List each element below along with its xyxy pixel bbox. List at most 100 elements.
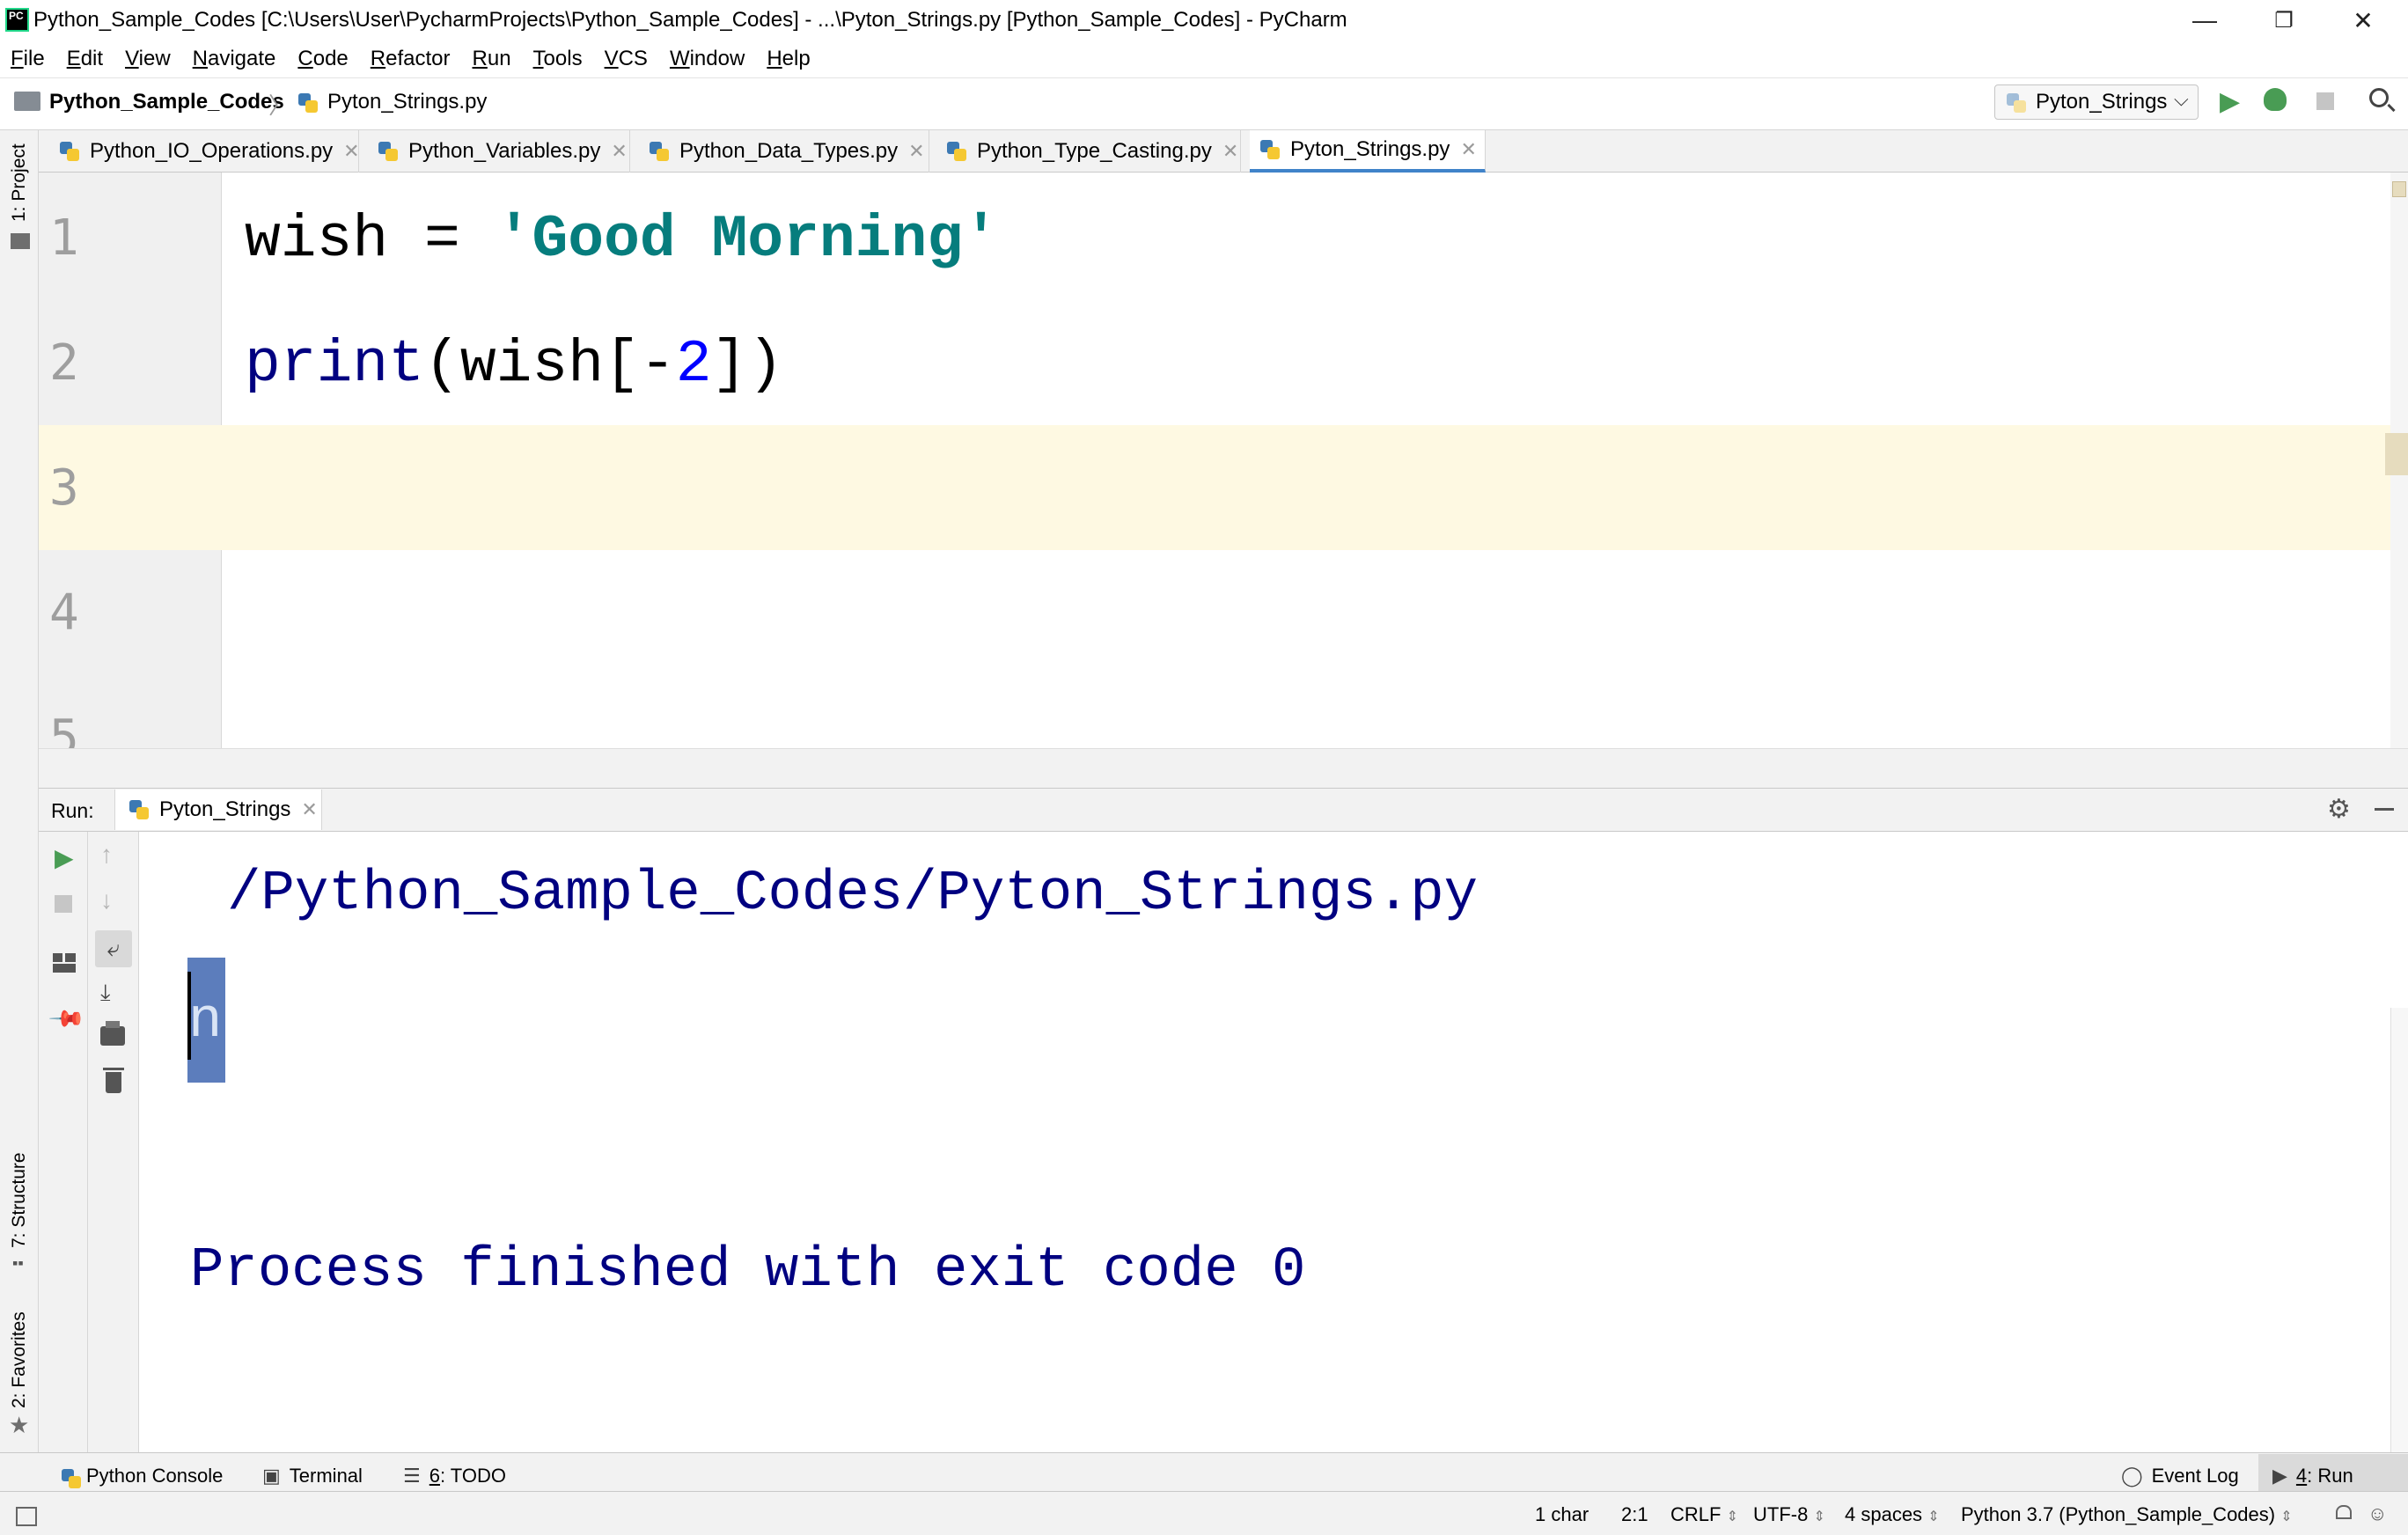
tab-python-io-operations[interactable]: Python_IO_Operations.py ✕ [49,130,359,173]
up-stack-trace-icon[interactable]: ↑ [100,841,113,869]
python-file-icon [377,140,400,163]
close-tab-icon[interactable]: ✕ [1460,138,1476,161]
search-everywhere-icon[interactable] [2369,88,2389,107]
code-number: 2 [676,331,712,399]
menu-run[interactable]: Run [473,47,511,71]
breadcrumb-separator: 〉 [268,88,291,121]
menu-bar: File Edit View Navigate Code Refactor Ru… [0,40,2408,77]
run-shortcut: 4 [2296,1465,2307,1487]
print-icon[interactable] [100,1026,125,1046]
rerun-icon[interactable]: ▶ [55,843,74,872]
menu-navigate[interactable]: Navigate [193,47,276,71]
close-tab-icon[interactable]: ✕ [611,140,627,163]
terminal-button[interactable]: ▣ Terminal [262,1465,363,1487]
run-button[interactable]: ▶ [2220,86,2240,117]
menu-window[interactable]: Window [670,47,745,71]
caret-position-marker [2385,433,2408,475]
python-console-label: Python Console [86,1465,223,1487]
status-caret-position[interactable]: 2:1 [1621,1503,1648,1526]
code-variable: wish [245,206,388,274]
tab-label: Pyton_Strings.py [1290,137,1450,162]
close-window-button[interactable]: ✕ [2324,0,2403,40]
breadcrumb-project[interactable]: Python_Sample_Codes [49,90,284,114]
run-configuration-label: Pyton_Strings [2036,90,2167,114]
scroll-to-end-icon[interactable]: ⤓ [100,979,111,1007]
menu-help[interactable]: Help [767,47,810,71]
favorites-tool-button[interactable]: 2: Favorites [9,1311,30,1408]
menu-file[interactable]: File [11,47,45,71]
restore-layout-icon[interactable] [53,953,76,973]
menu-code[interactable]: Code [297,47,348,71]
todo-label: : TODO [440,1465,506,1487]
close-tab-icon[interactable]: ✕ [1222,140,1238,163]
indent-label: 4 spaces [1845,1503,1922,1525]
python-file-icon [58,140,81,163]
trash-icon[interactable] [106,1072,121,1093]
close-tab-icon[interactable]: ✕ [908,140,924,163]
tab-python-variables[interactable]: Python_Variables.py ✕ [368,130,630,173]
minimize-panel-icon[interactable] [2375,808,2394,811]
breadcrumb-file[interactable]: Pyton_Strings.py [327,90,487,114]
console-result: n [188,990,222,1054]
project-tool-button[interactable]: 1: Project [9,143,30,222]
event-log-button[interactable]: ◯ Event Log [2121,1465,2239,1487]
run-panel-header [39,788,2408,832]
menu-refactor[interactable]: Refactor [371,47,451,71]
structure-tool-button[interactable]: 7: Structure [9,1152,30,1248]
console-caret [187,972,191,1060]
run-tool-button[interactable]: ▶ 4: Run [2272,1465,2353,1487]
window-title: Python_Sample_Codes [C:\Users\User\Pycha… [33,8,1347,33]
chevron-down-icon: ⌵ [2174,88,2189,111]
todo-button[interactable]: ☰ 6: TODO [403,1465,506,1487]
gear-icon[interactable]: ⚙ [2327,794,2351,825]
soft-wrap-icon[interactable]: ⤶ [95,930,132,967]
tab-pyton-strings[interactable]: Pyton_Strings.py ✕ [1250,130,1486,173]
line-number: 4 [49,584,79,642]
stop-button[interactable] [2316,92,2334,110]
status-encoding[interactable]: UTF-8 ⇕ [1753,1503,1825,1526]
menu-view[interactable]: View [125,47,171,71]
minimize-button[interactable]: — [2165,0,2244,40]
stop-icon[interactable] [55,895,72,913]
terminal-label: Terminal [290,1465,363,1487]
tab-label: Python_Variables.py [408,139,600,164]
status-line-separator[interactable]: CRLF ⇕ [1670,1503,1738,1526]
menu-vcs[interactable]: VCS [605,47,648,71]
run-tab-pyton-strings[interactable]: Pyton_Strings ✕ [114,790,322,830]
tab-label: Python_Data_Types.py [679,139,898,164]
tab-python-data-types[interactable]: Python_Data_Types.py ✕ [639,130,929,173]
line-number: 1 [49,209,79,267]
code-line-1[interactable]: wish = 'Good Morning' [245,206,999,274]
pycharm-logo-icon: PC [5,8,29,32]
python-file-icon [297,92,319,114]
python-file-icon [128,798,150,821]
menu-edit[interactable]: Edit [67,47,103,71]
encoding-label: UTF-8 [1753,1503,1808,1525]
menu-tools[interactable]: Tools [533,47,583,71]
status-selection: 1 char [1535,1503,1589,1526]
code-line-2[interactable]: print(wish[-2]) [245,331,783,399]
debug-bug-icon[interactable] [2264,88,2287,111]
lock-icon[interactable] [2336,1505,2352,1519]
run-toolbar-primary [39,832,88,1452]
python-file-icon [945,140,968,163]
close-tab-icon[interactable]: ✕ [301,798,317,821]
status-indent[interactable]: 4 spaces ⇕ [1845,1503,1940,1526]
inspection-status-marker[interactable] [2392,181,2406,197]
code-text: ]) [712,331,784,399]
inspector-face-icon[interactable]: ☺ [2368,1502,2387,1525]
tab-label: Python_Type_Casting.py [977,139,1212,164]
down-stack-trace-icon[interactable]: ↓ [100,886,113,914]
status-interpreter[interactable]: Python 3.7 (Python_Sample_Codes) ⇕ [1961,1503,2293,1526]
python-file-icon [648,140,671,163]
python-console-button[interactable]: Python Console [60,1465,223,1487]
line-separator-label: CRLF [1670,1503,1721,1525]
structure-icon: ▪▪ [12,1254,24,1273]
toggle-tool-windows-icon[interactable] [16,1507,37,1526]
restore-button[interactable]: ❐ [2244,0,2324,40]
run-tool-label: : Run [2307,1465,2353,1487]
console-scrollbar[interactable] [2390,1008,2408,1452]
run-toolbar-secondary [88,832,139,1452]
close-tab-icon[interactable]: ✕ [343,140,359,163]
tab-python-type-casting[interactable]: Python_Type_Casting.py ✕ [936,130,1241,173]
